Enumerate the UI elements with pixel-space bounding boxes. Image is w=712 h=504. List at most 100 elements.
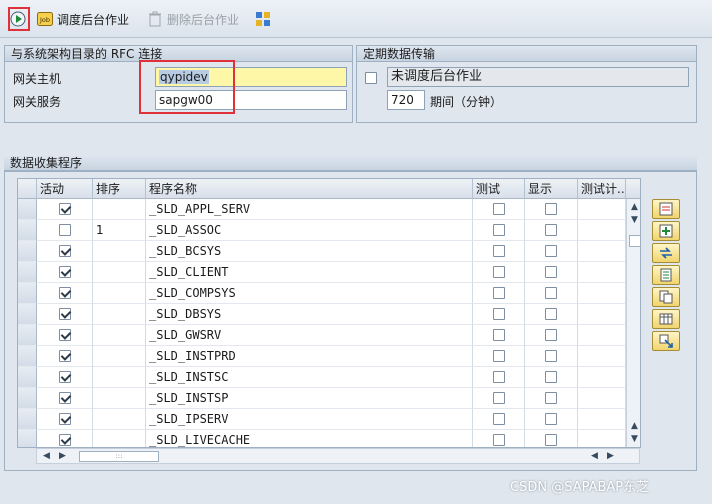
- order-cell[interactable]: [93, 304, 146, 325]
- test-checkbox[interactable]: [492, 329, 505, 341]
- test-plan-cell[interactable]: [578, 346, 626, 367]
- order-cell[interactable]: [93, 283, 146, 304]
- order-cell[interactable]: 1: [93, 220, 146, 241]
- row-selector[interactable]: [18, 325, 37, 346]
- test-checkbox[interactable]: [492, 266, 505, 278]
- test-plan-cell[interactable]: [578, 430, 626, 447]
- transport-button[interactable]: [652, 331, 680, 351]
- gateway-host-input[interactable]: qypidev: [155, 67, 347, 87]
- header-select-all[interactable]: [18, 179, 37, 199]
- vertical-scrollbar[interactable]: ▲ ▼ ▲ ▼: [626, 199, 640, 447]
- table-row[interactable]: _SLD_IPSERV: [18, 409, 626, 430]
- test-plan-cell[interactable]: [578, 325, 626, 346]
- display-checkbox[interactable]: [545, 350, 557, 362]
- gateway-service-input[interactable]: sapgw00: [155, 90, 347, 110]
- display-checkbox[interactable]: [545, 434, 557, 446]
- scroll-left-icon[interactable]: ◀: [43, 451, 50, 461]
- col-test-header[interactable]: 测试: [473, 179, 525, 199]
- periodic-enable-checkbox[interactable]: [365, 72, 377, 84]
- test-plan-cell[interactable]: [578, 409, 626, 430]
- test-checkbox[interactable]: [492, 413, 505, 425]
- copy-row-button[interactable]: [652, 287, 680, 307]
- col-active-header[interactable]: 活动: [37, 179, 93, 199]
- test-checkbox[interactable]: [492, 371, 505, 383]
- table-row[interactable]: 1 _SLD_ASSOC: [18, 220, 626, 241]
- test-plan-cell[interactable]: [578, 283, 626, 304]
- scroll-down-icon[interactable]: ▼: [631, 215, 638, 225]
- active-checkbox[interactable]: [59, 245, 71, 257]
- table-row[interactable]: _SLD_LIVECACHE: [18, 430, 626, 447]
- test-checkbox[interactable]: [492, 434, 505, 446]
- row-selector[interactable]: [18, 283, 37, 304]
- col-program-header[interactable]: 程序名称: [146, 179, 473, 199]
- display-checkbox[interactable]: [545, 245, 557, 257]
- display-checkbox[interactable]: [545, 266, 557, 278]
- col-order-header[interactable]: 排序: [93, 179, 146, 199]
- delete-job-button[interactable]: 删除后台作业: [147, 9, 239, 29]
- table-row[interactable]: _SLD_GWSRV: [18, 325, 626, 346]
- row-selector[interactable]: [18, 388, 37, 409]
- row-selector[interactable]: [18, 346, 37, 367]
- order-cell[interactable]: [93, 367, 146, 388]
- active-checkbox[interactable]: [59, 287, 71, 299]
- test-checkbox[interactable]: [492, 245, 505, 257]
- display-checkbox[interactable]: [545, 371, 557, 383]
- order-cell[interactable]: [93, 325, 146, 346]
- row-selector[interactable]: [18, 430, 37, 447]
- active-checkbox[interactable]: [59, 224, 71, 236]
- details-button[interactable]: [652, 265, 680, 285]
- display-checkbox[interactable]: [545, 287, 557, 299]
- horizontal-scroll-thumb[interactable]: :::: [79, 451, 159, 462]
- insert-row-button[interactable]: [652, 221, 680, 241]
- active-checkbox[interactable]: [59, 350, 71, 362]
- order-cell[interactable]: [93, 241, 146, 262]
- col-testplan-header[interactable]: 测试计...: [578, 179, 626, 199]
- scroll-up-icon[interactable]: ▲: [631, 421, 638, 431]
- table-row[interactable]: _SLD_BCSYS: [18, 241, 626, 262]
- table-row[interactable]: _SLD_INSTSC: [18, 367, 626, 388]
- order-cell[interactable]: [93, 430, 146, 447]
- scroll-right-icon[interactable]: ▶: [59, 451, 66, 461]
- table-row[interactable]: _SLD_COMPSYS: [18, 283, 626, 304]
- select-all-button[interactable]: [652, 199, 680, 219]
- order-cell[interactable]: [93, 346, 146, 367]
- active-checkbox[interactable]: [59, 266, 71, 278]
- table-row[interactable]: _SLD_APPL_SERV: [18, 199, 626, 220]
- table-row[interactable]: _SLD_DBSYS: [18, 304, 626, 325]
- display-checkbox[interactable]: [545, 203, 557, 215]
- order-cell[interactable]: [93, 199, 146, 220]
- active-checkbox[interactable]: [59, 203, 71, 215]
- order-cell[interactable]: [93, 409, 146, 430]
- active-checkbox[interactable]: [59, 413, 71, 425]
- horizontal-scrollbar[interactable]: ◀ ▶ ::: ◀ ▶: [36, 448, 640, 464]
- move-row-button[interactable]: [652, 243, 680, 263]
- row-selector[interactable]: [18, 199, 37, 220]
- test-plan-cell[interactable]: [578, 241, 626, 262]
- row-selector[interactable]: [18, 304, 37, 325]
- row-selector[interactable]: [18, 409, 37, 430]
- col-display-header[interactable]: 显示: [525, 179, 578, 199]
- order-cell[interactable]: [93, 262, 146, 283]
- display-checkbox[interactable]: [545, 308, 557, 320]
- active-checkbox[interactable]: [59, 434, 71, 446]
- display-checkbox[interactable]: [545, 413, 557, 425]
- test-checkbox[interactable]: [492, 308, 505, 320]
- test-checkbox[interactable]: [492, 287, 505, 299]
- layout-button[interactable]: [255, 9, 271, 29]
- table-settings-button[interactable]: [652, 309, 680, 329]
- test-checkbox[interactable]: [492, 224, 505, 236]
- active-checkbox[interactable]: [59, 329, 71, 341]
- test-plan-cell[interactable]: [578, 388, 626, 409]
- active-checkbox[interactable]: [59, 392, 71, 404]
- scroll-down-icon[interactable]: ▼: [631, 434, 638, 444]
- display-checkbox[interactable]: [545, 392, 557, 404]
- active-checkbox[interactable]: [59, 308, 71, 320]
- display-checkbox[interactable]: [545, 329, 557, 341]
- order-cell[interactable]: [93, 388, 146, 409]
- test-checkbox[interactable]: [492, 203, 505, 215]
- scroll-up-icon[interactable]: ▲: [631, 202, 638, 212]
- interval-input[interactable]: 720: [387, 90, 425, 110]
- test-plan-cell[interactable]: [578, 199, 626, 220]
- row-selector[interactable]: [18, 241, 37, 262]
- test-checkbox[interactable]: [492, 392, 505, 404]
